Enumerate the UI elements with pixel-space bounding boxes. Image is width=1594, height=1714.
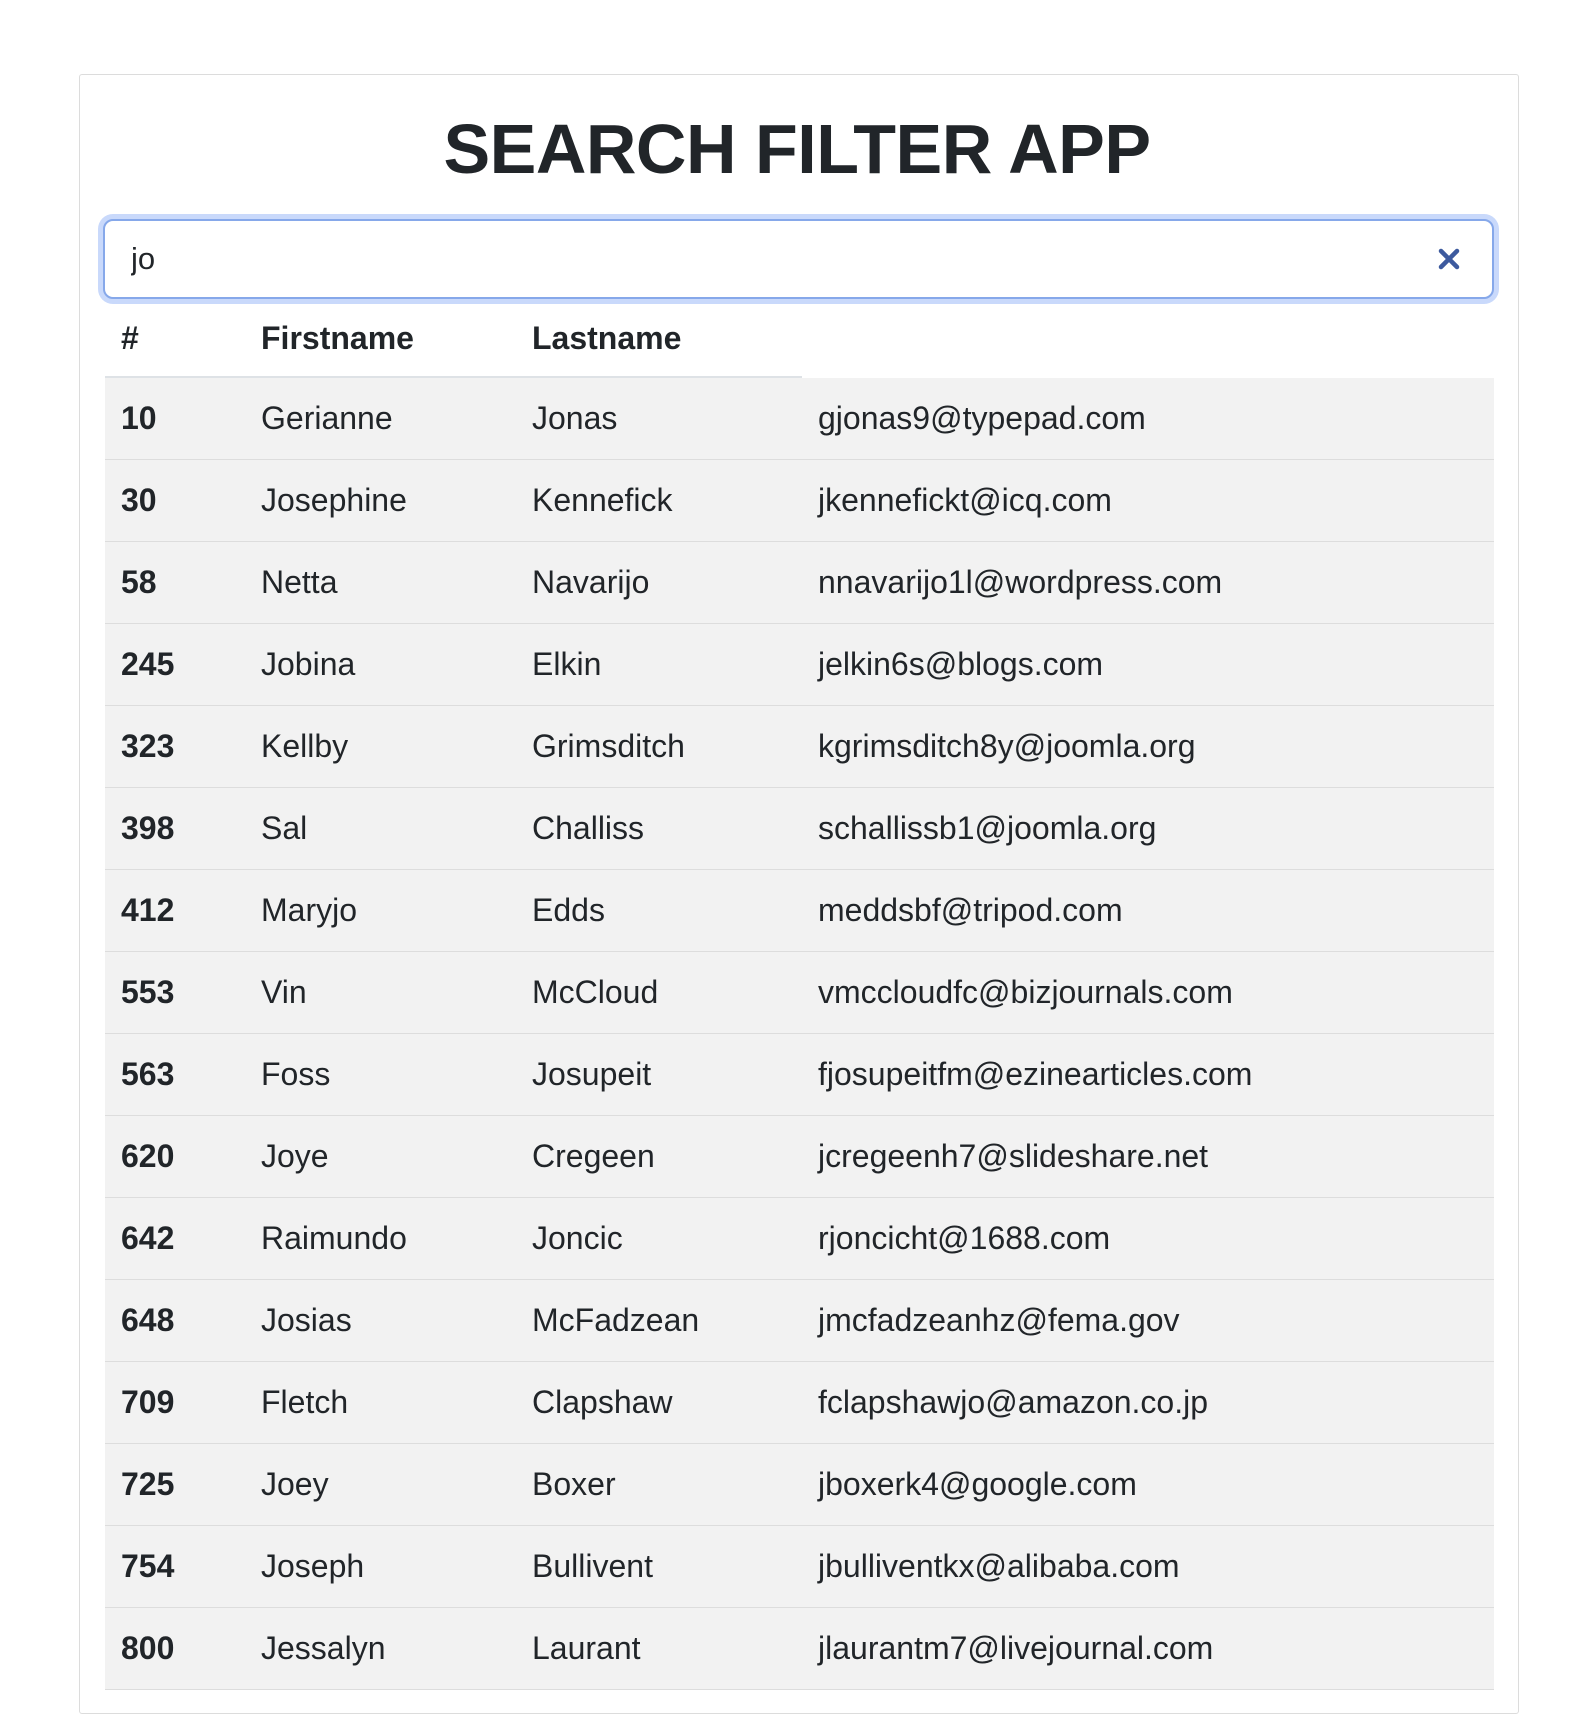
cell-email: jkennefickt@icq.com xyxy=(818,482,1112,518)
table-row[interactable]: 800 Jessalyn Laurant jlaurantm7@livejour… xyxy=(105,1608,1494,1690)
cell-email: fclapshawjo@amazon.co.jp xyxy=(818,1384,1209,1420)
cell-email: jelkin6s@blogs.com xyxy=(818,646,1104,682)
table-header: # Firstname Lastname xyxy=(105,300,802,378)
cell-email: kgrimsditch8y@joomla.org xyxy=(818,728,1196,764)
table-row[interactable]: 709 Fletch Clapshaw fclapshawjo@amazon.c… xyxy=(105,1362,1494,1444)
column-header-firstname[interactable]: Firstname xyxy=(261,300,414,376)
cell-firstname: Joye xyxy=(261,1138,329,1174)
cell-firstname: Jessalyn xyxy=(261,1630,386,1666)
results-table-body: 10 Gerianne Jonas gjonas9@typepad.com 30… xyxy=(105,378,1494,1690)
cell-lastname: Bullivent xyxy=(532,1548,653,1584)
cell-id: 412 xyxy=(121,892,175,928)
table-row[interactable]: 398 Sal Challiss schallissb1@joomla.org xyxy=(105,788,1494,870)
cell-id: 58 xyxy=(121,564,157,600)
cell-lastname: Jonas xyxy=(532,400,618,436)
cell-email: meddsbf@tripod.com xyxy=(818,892,1123,928)
cell-email: rjoncicht@1688.com xyxy=(818,1220,1111,1256)
cell-firstname: Joseph xyxy=(261,1548,365,1584)
cell-id: 10 xyxy=(121,400,157,436)
cell-email: nnavarijo1l@wordpress.com xyxy=(818,564,1223,600)
cell-firstname: Vin xyxy=(261,974,307,1010)
cell-lastname: Navarijo xyxy=(532,564,650,600)
cell-lastname: Cregeen xyxy=(532,1138,655,1174)
table-row[interactable]: 10 Gerianne Jonas gjonas9@typepad.com xyxy=(105,378,1494,460)
cell-firstname: Maryjo xyxy=(261,892,358,928)
cell-firstname: Netta xyxy=(261,564,338,600)
cell-lastname: Boxer xyxy=(532,1466,616,1502)
search-box xyxy=(103,219,1494,299)
cell-firstname: Kellby xyxy=(261,728,349,764)
cell-id: 30 xyxy=(121,482,157,518)
table-row[interactable]: 725 Joey Boxer jboxerk4@google.com xyxy=(105,1444,1494,1526)
cell-email: fjosupeitfm@ezinearticles.com xyxy=(818,1056,1253,1092)
cell-firstname: Gerianne xyxy=(261,400,393,436)
cell-lastname: McFadzean xyxy=(532,1302,700,1338)
cell-id: 642 xyxy=(121,1220,175,1256)
cell-id: 563 xyxy=(121,1056,175,1092)
table-row[interactable]: 58 Netta Navarijo nnavarijo1l@wordpress.… xyxy=(105,542,1494,624)
table-row[interactable]: 30 Josephine Kennefick jkennefickt@icq.c… xyxy=(105,460,1494,542)
cell-lastname: McCloud xyxy=(532,974,659,1010)
table-row[interactable]: 620 Joye Cregeen jcregeenh7@slideshare.n… xyxy=(105,1116,1494,1198)
cell-firstname: Sal xyxy=(261,810,308,846)
cell-id: 800 xyxy=(121,1630,175,1666)
cell-email: jbulliventkx@alibaba.com xyxy=(818,1548,1180,1584)
cell-firstname: Jobina xyxy=(261,646,356,682)
cell-firstname: Joey xyxy=(261,1466,329,1502)
cell-firstname: Raimundo xyxy=(261,1220,407,1256)
table-row[interactable]: 648 Josias McFadzean jmcfadzeanhz@fema.g… xyxy=(105,1280,1494,1362)
table-row[interactable]: 754 Joseph Bullivent jbulliventkx@alibab… xyxy=(105,1526,1494,1608)
cell-id: 398 xyxy=(121,810,175,846)
cell-lastname: Laurant xyxy=(532,1630,641,1666)
search-input[interactable] xyxy=(105,221,1492,297)
cell-lastname: Josupeit xyxy=(532,1056,652,1092)
column-header-lastname[interactable]: Lastname xyxy=(532,300,681,376)
table-row[interactable]: 412 Maryjo Edds meddsbf@tripod.com xyxy=(105,870,1494,952)
cell-lastname: Kennefick xyxy=(532,482,673,518)
cell-id: 620 xyxy=(121,1138,175,1174)
cell-id: 648 xyxy=(121,1302,175,1338)
cell-firstname: Josephine xyxy=(261,482,407,518)
cell-email: jlaurantm7@livejournal.com xyxy=(818,1630,1214,1666)
cell-firstname: Fletch xyxy=(261,1384,349,1420)
column-header-id[interactable]: # xyxy=(121,300,139,376)
cell-firstname: Foss xyxy=(261,1056,331,1092)
cell-id: 725 xyxy=(121,1466,175,1502)
page-title: SEARCH FILTER APP xyxy=(443,110,1151,188)
cell-lastname: Elkin xyxy=(532,646,602,682)
cell-id: 709 xyxy=(121,1384,175,1420)
cell-firstname: Josias xyxy=(261,1302,352,1338)
table-row[interactable]: 323 Kellby Grimsditch kgrimsditch8y@joom… xyxy=(105,706,1494,788)
table-row[interactable]: 245 Jobina Elkin jelkin6s@blogs.com xyxy=(105,624,1494,706)
cell-id: 245 xyxy=(121,646,175,682)
cell-email: jboxerk4@google.com xyxy=(818,1466,1137,1502)
cell-id: 323 xyxy=(121,728,175,764)
cell-email: jcregeenh7@slideshare.net xyxy=(818,1138,1209,1174)
table-row[interactable]: 642 Raimundo Joncic rjoncicht@1688.com xyxy=(105,1198,1494,1280)
cell-email: vmccloudfc@bizjournals.com xyxy=(818,974,1233,1010)
table-row[interactable]: 553 Vin McCloud vmccloudfc@bizjournals.c… xyxy=(105,952,1494,1034)
close-icon xyxy=(1438,248,1460,270)
cell-lastname: Joncic xyxy=(532,1220,623,1256)
table-row[interactable]: 563 Foss Josupeit fjosupeitfm@ezineartic… xyxy=(105,1034,1494,1116)
cell-lastname: Edds xyxy=(532,892,605,928)
cell-id: 754 xyxy=(121,1548,175,1584)
cell-email: jmcfadzeanhz@fema.gov xyxy=(818,1302,1180,1338)
cell-email: schallissb1@joomla.org xyxy=(818,810,1157,846)
cell-id: 553 xyxy=(121,974,175,1010)
cell-lastname: Grimsditch xyxy=(532,728,685,764)
cell-email: gjonas9@typepad.com xyxy=(818,400,1146,436)
cell-lastname: Challiss xyxy=(532,810,645,846)
cell-lastname: Clapshaw xyxy=(532,1384,673,1420)
clear-search-button[interactable] xyxy=(1432,242,1466,276)
